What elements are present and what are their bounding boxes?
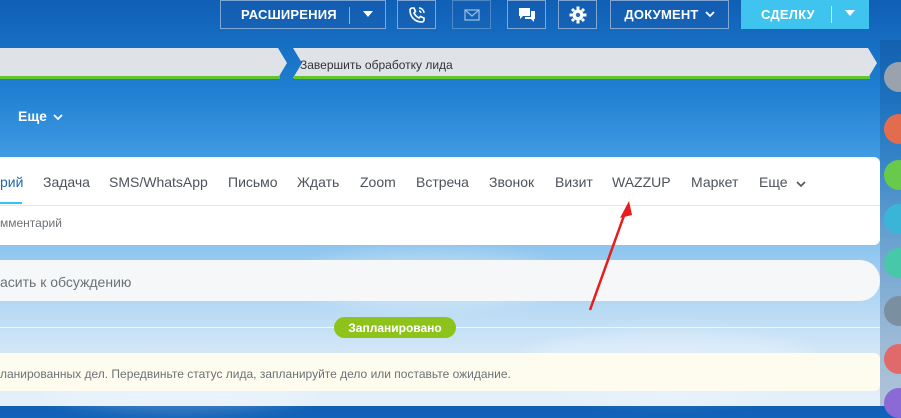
settings-button[interactable] [558, 0, 597, 29]
comment-input[interactable]: мментарий [0, 216, 62, 230]
chat-button[interactable] [507, 0, 546, 29]
telephony-button[interactable] [397, 0, 436, 29]
add-deal-button-label: СДЕЛКУ [761, 7, 815, 22]
stage-previous[interactable] [0, 48, 287, 78]
avatar[interactable] [884, 388, 901, 418]
tab-wait[interactable]: Ждать [297, 174, 339, 190]
chevron-down-icon [704, 11, 715, 18]
stage-finish-label: Завершить обработку лида [300, 58, 453, 72]
tab-zoom[interactable]: Zoom [360, 174, 396, 190]
mail-icon [463, 8, 480, 21]
document-button[interactable]: ДОКУМЕНТ [610, 0, 729, 29]
chevron-down-icon[interactable] [363, 11, 373, 17]
activity-editor: рий Задача SMS/WhatsApp Письмо Ждать Zoo… [0, 157, 880, 245]
tab-task[interactable]: Задача [43, 174, 90, 190]
phone-icon [408, 6, 426, 24]
tab-more[interactable]: Еще [759, 174, 806, 191]
header-more-label: Еще [18, 108, 47, 124]
tab-meeting[interactable]: Встреча [416, 174, 469, 190]
active-tab-indicator [0, 202, 22, 204]
activity-tabs: рий Задача SMS/WhatsApp Письмо Ждать Zoo… [0, 157, 880, 206]
planned-badge: Запланировано [334, 317, 456, 338]
discussion-input[interactable] [0, 260, 880, 301]
button-divider [831, 6, 832, 23]
tab-sms-whatsapp[interactable]: SMS/WhatsApp [109, 174, 208, 190]
extensions-button[interactable]: РАСШИРЕНИЯ [220, 0, 386, 29]
tab-comment[interactable]: рий [0, 174, 23, 190]
tab-market[interactable]: Маркет [691, 174, 738, 190]
stage-progress [0, 76, 280, 79]
chat-icon [518, 7, 536, 23]
document-button-label: ДОКУМЕНТ [624, 7, 699, 22]
discussion-placeholder: асить к обсуждению [0, 274, 132, 290]
stage-progress [294, 76, 870, 79]
tab-call[interactable]: Звонок [489, 174, 534, 190]
email-button[interactable] [452, 0, 491, 29]
header-more-button[interactable]: Еще [18, 108, 63, 124]
tab-more-label: Еще [759, 174, 788, 190]
chevron-down-icon [53, 108, 63, 124]
tab-wazzup[interactable]: WAZZUP [612, 174, 671, 190]
add-deal-button[interactable]: СДЕЛКУ [741, 0, 869, 29]
empty-planned-notice-text: ланированных дел. Передвиньте статус лид… [0, 367, 511, 381]
chevron-down-icon[interactable] [845, 10, 855, 16]
tab-visit[interactable]: Визит [555, 174, 593, 190]
tab-email[interactable]: Письмо [228, 174, 278, 190]
chevron-down-icon [796, 175, 806, 191]
button-divider [349, 7, 350, 24]
extensions-button-label: РАСШИРЕНИЯ [241, 7, 337, 22]
gear-icon [569, 6, 587, 24]
